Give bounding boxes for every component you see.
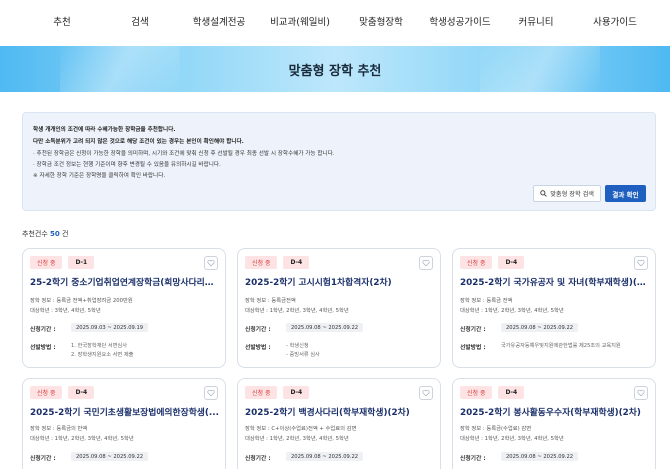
target-grade: 대상학년 : 1학년, 2학년, 3학년, 4학년, 5학년 bbox=[245, 436, 349, 442]
dday-badge: D-4 bbox=[283, 256, 310, 269]
application-period: 2025.09.08 ~ 2025.09.22 bbox=[501, 452, 579, 461]
nav-student-major[interactable]: 학생설계전공 bbox=[193, 14, 245, 28]
scholarship-info: 장학 정보 : C+이상(수업료)전액 + 수업료의 감면 bbox=[245, 426, 357, 432]
notice-line: ※ 자세한 장학 기준은 장학명을 클릭하여 확인 바랍니다. bbox=[33, 173, 166, 179]
count-label: 추천건수 bbox=[22, 230, 48, 238]
scholarship-title[interactable]: 25-2학기 중소기업취업연계장학금(희망사다리유... bbox=[30, 275, 220, 288]
scholarship-card[interactable]: 신청 중 D-4 2025-2학기 백경사다리(학부재학생)(2차) 장학 정보… bbox=[237, 378, 441, 469]
notice-line: · 추천된 장학금은 신청이 가능한 장학을 의미하며, 시기와 조건에 맞춰 … bbox=[33, 151, 335, 157]
selection-method: 2. 장학생지원요소 서면 제출 bbox=[71, 352, 134, 358]
application-period: 2025.09.08 ~ 2025.09.22 bbox=[71, 452, 149, 461]
heart-icon bbox=[422, 259, 430, 267]
application-period: 2025.09.08 ~ 2025.09.22 bbox=[286, 452, 364, 461]
dday-badge: D-1 bbox=[68, 256, 95, 269]
period-label: 신청기간 : bbox=[245, 456, 271, 462]
method-label: 선발방법 : bbox=[460, 345, 486, 351]
method-label: 선발방법 : bbox=[30, 345, 56, 351]
application-period: 2025.09.08 ~ 2025.09.22 bbox=[286, 323, 364, 332]
nav-custom-scholarship[interactable]: 맞춤형장학 bbox=[359, 14, 403, 28]
scholarship-info: 장학 정보 : 등록금전액 bbox=[245, 298, 296, 304]
method-label: 선발방법 : bbox=[245, 345, 271, 351]
period-label: 신청기간 : bbox=[460, 327, 486, 333]
status-badge: 신청 중 bbox=[460, 256, 493, 269]
heart-icon bbox=[637, 389, 645, 397]
heart-icon bbox=[422, 389, 430, 397]
scholarship-card[interactable]: 신청 중 D-4 2025-2학기 국민기초생활보장법에의한장학생(... 장학… bbox=[22, 378, 226, 469]
favorite-button[interactable] bbox=[419, 256, 433, 270]
top-nav: 추천 검색 학생설계전공 비교과(웨일비) 맞춤형장학 학생성공가이드 커뮤니티… bbox=[0, 0, 670, 46]
heart-icon bbox=[207, 259, 215, 267]
dday-badge: D-4 bbox=[498, 256, 525, 269]
target-grade: 대상학년 : 1학년, 2학년, 3학년, 4학년, 5학년 bbox=[245, 308, 349, 314]
dday-badge: D-4 bbox=[68, 386, 95, 399]
scholarship-title[interactable]: 2025-2학기 백경사다리(학부재학생)(2차) bbox=[245, 405, 435, 418]
result-check-button[interactable]: 결과 확인 bbox=[605, 185, 646, 202]
period-label: 신청기간 : bbox=[460, 456, 486, 462]
target-grade: 대상학년 : 1학년, 2학년, 3학년, 4학년, 5학년 bbox=[30, 436, 134, 442]
page-title: 맞춤형 장학 추천 bbox=[288, 64, 382, 79]
favorite-button[interactable] bbox=[204, 256, 218, 270]
scholarship-info: 장학 정보 : 등록금 전액+취업장려금 200만원 bbox=[30, 298, 133, 304]
favorite-button[interactable] bbox=[634, 256, 648, 270]
selection-method: 1. 한국장학재단 서면심사 bbox=[71, 343, 127, 349]
heart-icon bbox=[207, 389, 215, 397]
notice-box: 학생 개개인의 조건에 따라 수혜가능한 장학금을 추천합니다. 다만 소득분위… bbox=[22, 112, 656, 211]
favorite-button[interactable] bbox=[419, 386, 433, 400]
nav-search[interactable]: 검색 bbox=[131, 14, 148, 28]
search-icon bbox=[540, 190, 547, 197]
notice-line: 학생 개개인의 조건에 따라 수혜가능한 장학금을 추천합니다. bbox=[33, 127, 176, 133]
dday-badge: D-4 bbox=[498, 386, 525, 399]
notice-line: 다만 소득분위가 고려 되지 않은 것으로 해당 조건이 있는 경우는 본인이 … bbox=[33, 139, 244, 145]
count-unit: 건 bbox=[61, 230, 69, 238]
status-badge: 신청 중 bbox=[460, 386, 493, 399]
scholarship-card[interactable]: 신청 중 D-4 2025-2학기 봉사활동우수자(학부재학생)(2차) 장학 … bbox=[452, 378, 656, 469]
nav-success-guide[interactable]: 학생성공가이드 bbox=[429, 14, 490, 28]
scholarship-info: 장학 정보 : 등록금(수업료) 감면 bbox=[460, 426, 532, 432]
status-badge: 신청 중 bbox=[245, 256, 278, 269]
heart-icon bbox=[637, 259, 645, 267]
period-label: 신청기간 : bbox=[30, 327, 56, 333]
favorite-button[interactable] bbox=[634, 386, 648, 400]
scholarship-title[interactable]: 2025-2학기 고시시험1차합격자(2차) bbox=[245, 275, 435, 288]
scholarship-search-button[interactable]: 맞춤형 장학 검색 bbox=[533, 185, 601, 202]
selection-method: 국가유공자등예우및지원에관한법률 제25조의 교육지원 bbox=[501, 343, 621, 349]
count-value: 50 bbox=[50, 230, 60, 238]
status-badge: 신청 중 bbox=[30, 256, 63, 269]
scholarship-title[interactable]: 2025-2학기 국가유공자 및 자녀(학부재학생)(2차) bbox=[460, 275, 650, 288]
target-grade: 대상학년 : 1학년, 2학년, 3학년, 4학년, 5학년 bbox=[460, 436, 564, 442]
result-count: 추천건수 50 건 bbox=[22, 229, 68, 239]
search-button-label: 맞춤형 장학 검색 bbox=[550, 191, 594, 198]
nav-extracurricular[interactable]: 비교과(웨일비) bbox=[270, 14, 330, 28]
dday-badge: D-4 bbox=[283, 386, 310, 399]
target-grade: 대상학년 : 1학년, 2학년, 3학년, 4학년, 5학년 bbox=[460, 308, 564, 314]
scholarship-info: 장학 정보 : 등록금 전액 bbox=[460, 298, 513, 304]
scholarship-info: 장학 정보 : 등록금의 반액 bbox=[30, 426, 88, 432]
period-label: 신청기간 : bbox=[245, 327, 271, 333]
nav-recommend[interactable]: 추천 bbox=[53, 14, 70, 28]
status-badge: 신청 중 bbox=[245, 386, 278, 399]
scholarship-title[interactable]: 2025-2학기 국민기초생활보장법에의한장학생(... bbox=[30, 405, 220, 418]
application-period: 2025.09.03 ~ 2025.09.19 bbox=[71, 323, 149, 332]
page-banner: 맞춤형 장학 추천 bbox=[0, 46, 670, 92]
period-label: 신청기간 : bbox=[30, 456, 56, 462]
scholarship-card[interactable]: 신청 중 D-4 2025-2학기 고시시험1차합격자(2차) 장학 정보 : … bbox=[237, 248, 441, 368]
favorite-button[interactable] bbox=[204, 386, 218, 400]
target-grade: 대상학년 : 3학년, 4학년, 5학년 bbox=[30, 308, 101, 314]
nav-community[interactable]: 커뮤니티 bbox=[519, 14, 554, 28]
application-period: 2025.09.08 ~ 2025.09.22 bbox=[501, 323, 579, 332]
status-badge: 신청 중 bbox=[30, 386, 63, 399]
notice-line: · 장학금 조건 정보는 현행 기준이며 향후 변경될 수 있음을 유의하시길 … bbox=[33, 162, 221, 168]
scholarship-card[interactable]: 신청 중 D-1 25-2학기 중소기업취업연계장학금(희망사다리유... 장학… bbox=[22, 248, 226, 368]
scholarship-card[interactable]: 신청 중 D-4 2025-2학기 국가유공자 및 자녀(학부재학생)(2차) … bbox=[452, 248, 656, 368]
selection-method: - 학생신청 bbox=[286, 343, 309, 349]
nav-user-guide[interactable]: 사용가이드 bbox=[593, 14, 637, 28]
selection-method: - 증빙서류 심사 bbox=[286, 352, 320, 358]
scholarship-title[interactable]: 2025-2학기 봉사활동우수자(학부재학생)(2차) bbox=[460, 405, 650, 418]
